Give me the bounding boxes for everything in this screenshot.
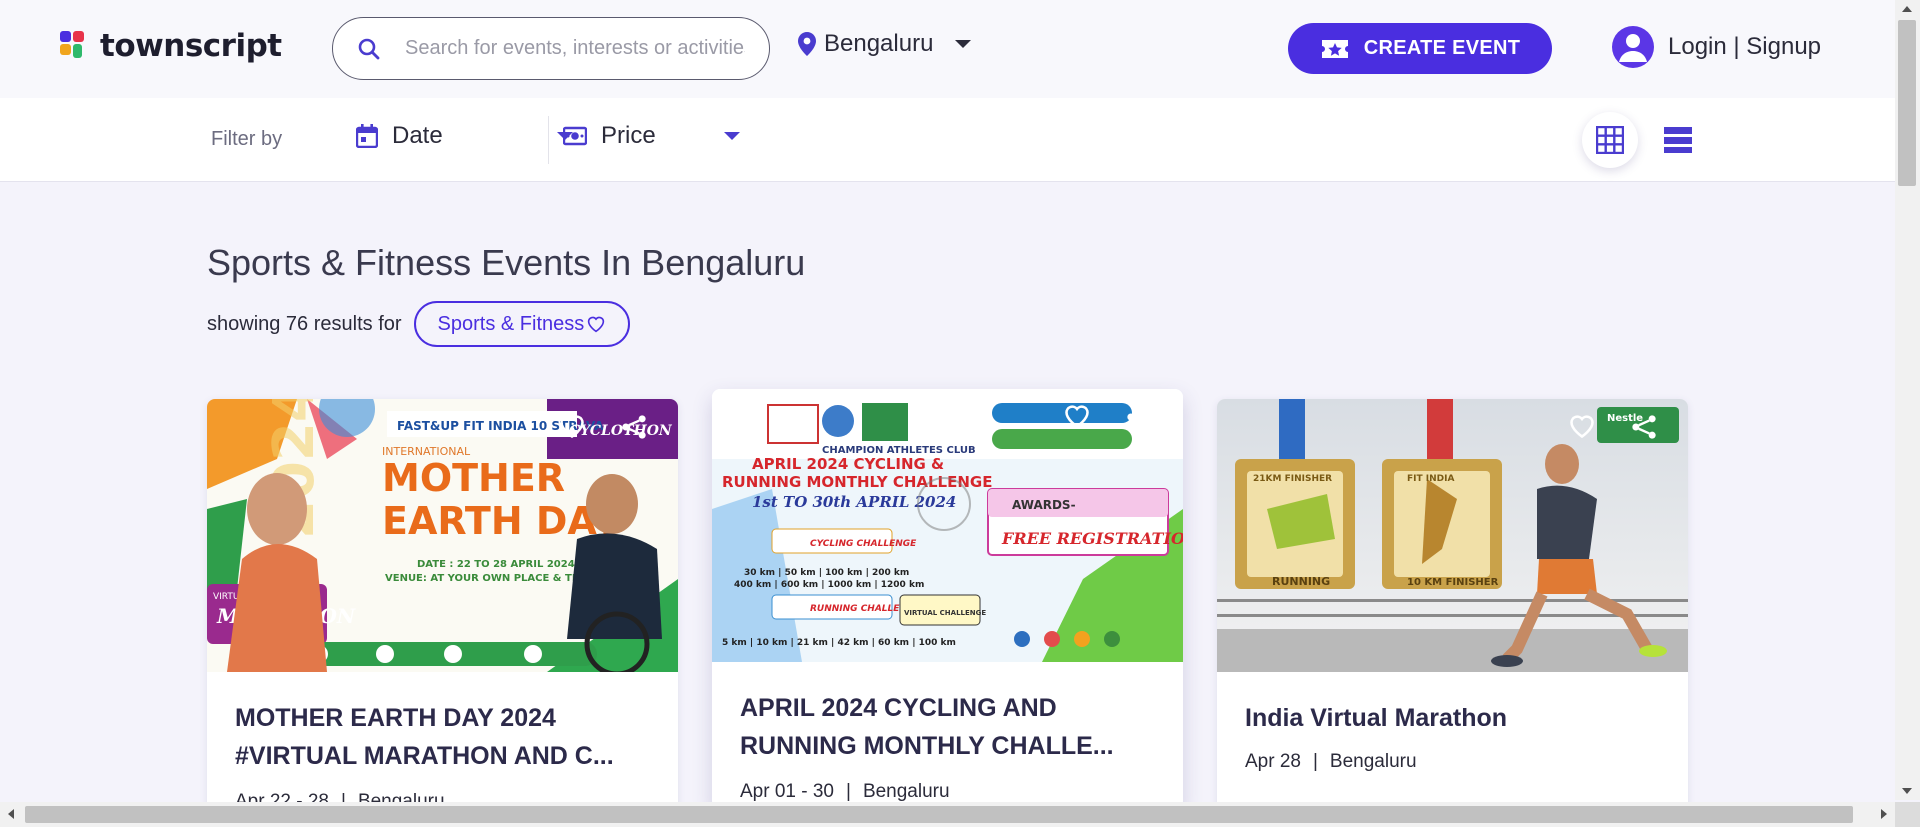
poster-cycling: CYCLING CHALLENGE — [810, 539, 917, 549]
event-date: Apr 28 — [1245, 751, 1301, 772]
logo-text: townscript — [100, 28, 282, 64]
event-card[interactable]: CHAMPION ATHLETES CLUB APRIL 2024 CYCLIN… — [712, 389, 1183, 809]
poster-headline-2: RUNNING MONTHLY CHALLENGE — [722, 473, 992, 491]
townscript-logo[interactable]: townscript — [60, 28, 282, 64]
poster-km-row-2: 400 km | 600 km | 1000 km | 1200 km — [734, 580, 924, 590]
event-poster-image: CHAMPION ATHLETES CLUB APRIL 2024 CYCLIN… — [712, 389, 1183, 662]
create-event-button[interactable]: CREATE EVENT — [1288, 23, 1552, 74]
poster-range: 1st TO 30th APRIL 2024 — [752, 493, 956, 511]
chevron-down-icon — [723, 132, 740, 140]
grid-icon — [1596, 126, 1624, 154]
poster-dates: DATE : 22 TO 28 APRIL 2024 — [417, 559, 575, 570]
event-poster-image: FAST&UP FIT INDIA 10 STRAVA 2024 INTERNA… — [207, 399, 678, 672]
event-title[interactable]: MOTHER EARTH DAY 2024 #VIRTUAL MARATHON … — [235, 699, 655, 775]
filter-divider — [548, 116, 549, 164]
heart-outline-icon[interactable] — [558, 413, 586, 439]
search-input[interactable] — [405, 37, 745, 60]
filter-bar: Filter by Date Price — [0, 98, 1895, 182]
event-card[interactable]: 21KM FINISHER FIT INDIA RUNNING 10 KM FI… — [1217, 399, 1688, 819]
share-icon[interactable] — [1630, 413, 1658, 441]
money-icon — [563, 126, 587, 146]
event-city: Bengaluru — [1329, 751, 1417, 772]
date-filter-label: Date — [392, 122, 443, 149]
date-filter-dropdown[interactable]: Date — [356, 122, 573, 150]
search-box[interactable] — [332, 17, 770, 80]
category-chip[interactable]: Sports & Fitness — [413, 301, 631, 347]
login-label: Login | Signup — [1668, 33, 1822, 60]
scroll-down-arrow-icon[interactable] — [1902, 788, 1912, 794]
user-avatar-icon — [1612, 26, 1654, 68]
medal-top-2: FIT INDIA — [1407, 474, 1454, 484]
search-icon — [358, 38, 380, 59]
list-icon — [1664, 127, 1692, 153]
ticket-star-icon — [1321, 39, 1348, 58]
event-date: Apr 01 - 30 — [740, 781, 834, 802]
medal-label-2: 10 KM FINISHER — [1407, 577, 1499, 588]
grid-view-toggle[interactable] — [1582, 112, 1638, 168]
poster-venue: VENUE: AT YOUR OWN PLACE & TIME. — [385, 573, 596, 584]
scroll-left-arrow-icon[interactable] — [8, 809, 14, 819]
location-label: Bengaluru — [824, 30, 934, 57]
heart-outline-icon — [588, 316, 605, 333]
heart-outline-icon[interactable] — [1063, 403, 1091, 429]
chevron-down-icon — [955, 40, 972, 48]
filter-by-label: Filter by — [211, 128, 283, 150]
event-title[interactable]: APRIL 2024 CYCLING AND RUNNING MONTHLY C… — [740, 689, 1160, 765]
event-meta: Apr 01 - 30 | Bengaluru — [740, 781, 950, 803]
price-filter-dropdown[interactable]: Price — [563, 122, 740, 150]
scroll-right-arrow-icon[interactable] — [1881, 809, 1887, 819]
results-summary: showing 76 results for Sports & Fitness — [207, 301, 631, 347]
meta-separator: | — [1312, 751, 1318, 772]
price-filter-label: Price — [601, 122, 656, 149]
map-pin-icon — [798, 32, 816, 56]
location-selector[interactable]: Bengaluru — [798, 30, 972, 58]
category-chip-label: Sports & Fitness — [437, 312, 585, 335]
heart-outline-icon[interactable] — [1568, 413, 1596, 439]
card-actions — [1063, 403, 1153, 431]
page-title: Sports & Fitness Events In Bengaluru — [207, 242, 806, 283]
poster-free: FREE REGISTRATION — [1001, 529, 1183, 548]
list-view-toggle[interactable] — [1650, 112, 1706, 168]
event-card[interactable]: FAST&UP FIT INDIA 10 STRAVA 2024 INTERNA… — [207, 399, 678, 819]
share-icon[interactable] — [620, 413, 648, 441]
medal-top-1: 21KM FINISHER — [1253, 474, 1332, 484]
share-icon[interactable] — [1125, 403, 1153, 431]
vertical-scroll-thumb[interactable] — [1898, 20, 1916, 186]
horizontal-scroll-thumb[interactable] — [25, 806, 1853, 823]
poster-headline-1: APRIL 2024 CYCLING & — [752, 455, 944, 473]
poster-km-row-1: 30 km | 50 km | 100 km | 200 km — [744, 568, 909, 578]
scroll-up-arrow-icon[interactable] — [1902, 6, 1912, 12]
calendar-icon — [356, 124, 378, 148]
meta-separator: | — [846, 781, 851, 802]
event-city: Bengaluru — [862, 781, 950, 802]
logo-mark-icon — [60, 31, 90, 61]
event-title[interactable]: India Virtual Marathon — [1245, 699, 1665, 737]
scrollbar-corner — [1895, 802, 1920, 827]
card-actions — [1568, 413, 1658, 441]
poster-awards: AWARDS- — [1012, 498, 1076, 512]
results-count-text: showing 76 results for — [207, 312, 402, 335]
create-event-label: CREATE EVENT — [1363, 37, 1521, 59]
card-actions — [558, 413, 648, 441]
poster-virtual: VIRTUAL CHALLENGE — [904, 609, 986, 617]
login-signup-link[interactable]: Login | Signup — [1612, 26, 1821, 68]
event-poster-image: 21KM FINISHER FIT INDIA RUNNING 10 KM FI… — [1217, 399, 1688, 672]
event-meta: Apr 28 | Bengaluru — [1245, 751, 1417, 773]
poster-headline-1: MOTHER — [382, 456, 565, 500]
medal-label-1: RUNNING — [1272, 575, 1330, 588]
top-header: townscript Bengaluru CREATE EVENT Lo — [0, 0, 1895, 98]
poster-km-row-3: 5 km | 10 km | 21 km | 42 km | 60 km | 1… — [722, 638, 956, 648]
